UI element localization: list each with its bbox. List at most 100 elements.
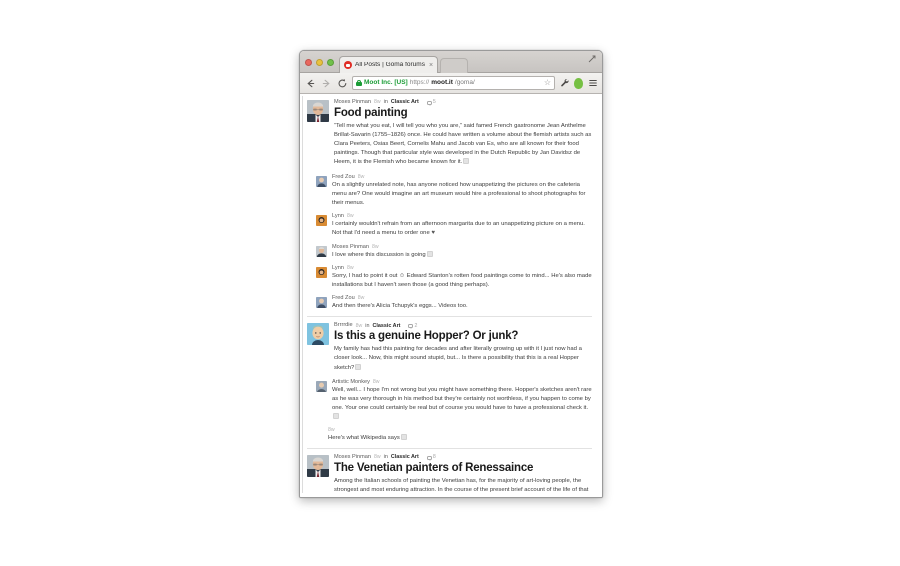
comment-meta: Moses Pinman 8w <box>332 244 594 251</box>
maximize-icon[interactable] <box>588 55 596 63</box>
avatar <box>316 215 327 227</box>
zoom-window-button[interactable] <box>327 59 334 66</box>
comment-meta: Fred Zou 8w <box>332 296 594 302</box>
comment-timestamp: 8w <box>372 378 380 385</box>
post-category[interactable]: Classic Art <box>373 323 401 329</box>
back-icon[interactable] <box>304 77 316 89</box>
comment-body: Fred Zou 8w And then there's Alicia Tchu… <box>332 296 594 311</box>
comment-meta: Fred Zou 8w <box>332 174 594 181</box>
comment-body: Artistic Monkey 8w Well, well... I hope … <box>332 378 594 423</box>
post-title[interactable]: Is this a genuine Hopper? Or junk? <box>334 330 594 343</box>
comment-author[interactable]: Lynn <box>332 213 344 220</box>
comment-timestamp: 8w <box>346 264 354 271</box>
comment-text: I love where this discussion is going <box>332 250 594 260</box>
tab-title: All Posts | Goma forums <box>355 61 425 68</box>
avatar <box>307 455 329 478</box>
comment-count: 8 <box>432 454 436 461</box>
post-item[interactable]: Brrrrdie 8w in Classic Art 2 Is this a g… <box>302 319 596 376</box>
post-item[interactable]: Moses Pinman 8w in Classic Art 5 Food pa… <box>302 96 596 172</box>
comment-item[interactable]: Fred Zou 8w On a slightly unrelated note… <box>302 172 596 212</box>
profile-avatar-icon[interactable] <box>574 77 583 89</box>
comment-author[interactable]: Moses Pinman <box>332 244 369 251</box>
post-item[interactable]: Moses Pinman 8w in Classic Art 8 The Ven… <box>302 451 596 497</box>
inline-attachment-icon[interactable] <box>333 413 339 420</box>
comment-item[interactable]: Artistic Monkey 8w Well, well... I hope … <box>302 377 596 426</box>
comment-timestamp: 8w <box>346 213 354 220</box>
comment-author[interactable]: Artistic Monkey <box>332 379 370 386</box>
comment-item[interactable]: Lynn 8w I certainly wouldn't refrain fro… <box>302 211 596 242</box>
bookmark-star-icon[interactable]: ☆ <box>544 79 552 87</box>
section-divider <box>307 448 592 450</box>
post-timestamp: 8w <box>355 322 363 329</box>
comment-body: Lynn 8w Sorry, I had to point it out ☺ E… <box>332 264 594 290</box>
comment-text-content: Well, well... I hope I'm not wrong but y… <box>332 386 592 412</box>
comment-bubble-icon <box>426 455 432 461</box>
post-in-label: in <box>383 99 388 106</box>
comment-timestamp: 8w <box>357 295 365 302</box>
browser-toolbar: Moot Inc. [US] https:// moot.it /goma/ ☆ <box>300 73 602 94</box>
post-author[interactable]: Moses Pinman <box>334 455 371 461</box>
goma-logo-icon <box>344 61 352 69</box>
avatar <box>316 245 327 257</box>
minimize-window-button[interactable] <box>316 59 323 66</box>
avatar <box>316 266 327 278</box>
close-icon[interactable]: × <box>428 62 433 69</box>
browser-window: All Posts | Goma forums × Moot Inc. [US]… <box>299 50 603 498</box>
post-title[interactable]: Food painting <box>334 107 594 120</box>
comment-count-badge: 5 <box>426 99 436 106</box>
heart-icon: ♥ <box>431 230 435 237</box>
close-window-button[interactable] <box>305 59 312 66</box>
inline-link-preview-icon[interactable] <box>400 434 407 440</box>
comment-item[interactable]: Fred Zou 8w And then there's Alicia Tchu… <box>302 293 596 314</box>
comment-meta: Lynn 8w <box>332 264 594 272</box>
site-identity-label: Moot Inc. [US] <box>364 78 408 86</box>
comment-author[interactable]: Lynn <box>332 265 344 272</box>
comment-text: Here's what Wikipedia says <box>328 434 594 443</box>
avatar <box>316 297 327 309</box>
comment-body: Fred Zou 8w On a slightly unrelated note… <box>332 174 594 209</box>
inline-emoji-icon[interactable] <box>426 250 433 257</box>
inline-attachment-icon[interactable] <box>355 363 362 370</box>
comment-timestamp: 8w <box>328 427 335 434</box>
comment-text: On a slightly unrelated note, has anyone… <box>332 181 586 206</box>
window-controls <box>305 59 339 72</box>
post-in-label: in <box>383 454 388 461</box>
post-title[interactable]: The Venetian painters of Renessaince <box>334 462 594 475</box>
hamburger-menu-icon[interactable] <box>587 77 598 90</box>
comment-item[interactable]: Moses Pinman 8w I love where this discus… <box>302 242 596 263</box>
comment-body: Lynn 8w I certainly wouldn't refrain fro… <box>332 213 594 239</box>
page-bottom-edge <box>300 493 602 497</box>
post-category[interactable]: Classic Art <box>391 99 419 105</box>
address-bar[interactable]: Moot Inc. [US] https:// moot.it /goma/ ☆ <box>352 76 555 90</box>
comment-count-badge: 8 <box>426 454 436 461</box>
reload-icon[interactable] <box>336 77 348 89</box>
comment-text: Well, well... I hope I'm not wrong but y… <box>332 386 594 423</box>
post-category[interactable]: Classic Art <box>391 454 419 460</box>
comment-meta: 8w <box>328 428 594 433</box>
new-tab-button[interactable] <box>440 58 469 73</box>
comment-text-content: I love where this discussion is going <box>332 251 426 258</box>
post-author[interactable]: Brrrrdie <box>334 323 353 329</box>
comment-author[interactable]: Fred Zou <box>332 174 355 181</box>
comment-item[interactable]: Lynn 8w Sorry, I had to point it out ☺ E… <box>302 263 596 293</box>
post-meta: Moses Pinman 8w in Classic Art 5 <box>334 99 594 106</box>
post-in-label: in <box>365 322 370 329</box>
post-author[interactable]: Moses Pinman <box>334 99 371 106</box>
wrench-icon[interactable] <box>559 77 570 90</box>
post-meta: Moses Pinman 8w in Classic Art 8 <box>334 454 594 461</box>
inline-attachment-icon[interactable] <box>463 158 470 165</box>
url-scheme: https:// <box>409 78 430 86</box>
comment-item[interactable]: 8w Here's what Wikipedia says <box>302 425 596 446</box>
comment-bubble-icon <box>408 324 414 330</box>
comment-text: I certainly wouldn't refrain from an aft… <box>332 220 594 238</box>
post-text: “Tell me what you eat, I will tell you w… <box>334 122 594 168</box>
forward-icon[interactable] <box>320 77 332 89</box>
post-text: My family has had this painting for deca… <box>334 345 594 372</box>
comment-author[interactable]: Fred Zou <box>332 296 355 302</box>
comment-text-content: Here's what Wikipedia says <box>328 435 400 441</box>
comment-count: 5 <box>432 99 436 106</box>
post-meta: Brrrrdie 8w in Classic Art 2 <box>334 322 594 330</box>
browser-tab-active[interactable]: All Posts | Goma forums × <box>339 56 439 73</box>
comment-body: 8w Here's what Wikipedia says <box>328 428 594 443</box>
url-host: moot.it <box>431 78 453 86</box>
